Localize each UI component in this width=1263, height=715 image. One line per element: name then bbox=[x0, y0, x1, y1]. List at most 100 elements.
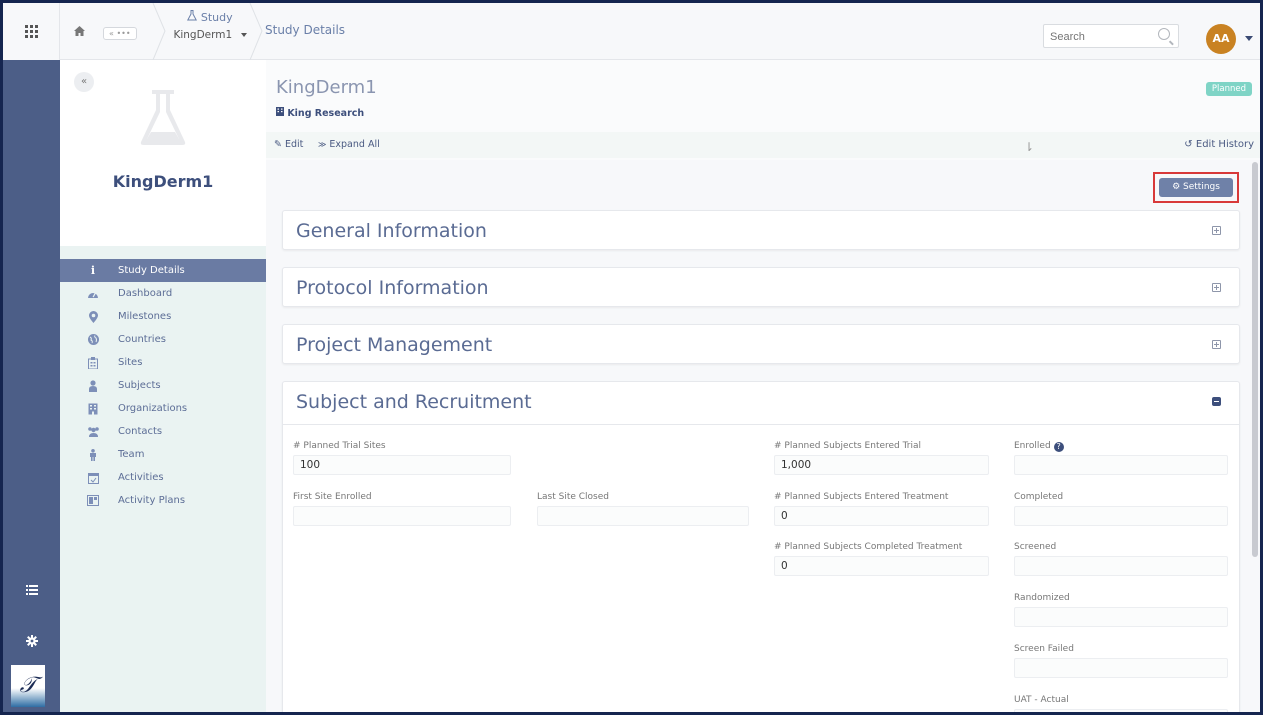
study-title: KingDerm1 bbox=[112, 172, 214, 191]
planned-subjects-entered-treatment-field[interactable]: 0 bbox=[774, 506, 989, 526]
sidebar-item-dashboard[interactable]: Dashboard bbox=[60, 282, 266, 305]
map-marker-icon bbox=[86, 310, 100, 324]
field-label: # Planned Subjects Entered Treatment bbox=[774, 492, 949, 502]
details-content: ⚙ Settings General Information Protocol … bbox=[266, 160, 1260, 712]
field-label: # Planned Subjects Entered Trial bbox=[774, 441, 922, 451]
randomized-field[interactable] bbox=[1014, 607, 1228, 627]
breadcrumb-study[interactable]: Study KingDerm1 bbox=[170, 10, 250, 41]
expand-all-button[interactable]: ≫ Expand All bbox=[318, 139, 380, 150]
sidebar-item-sites[interactable]: Sites bbox=[60, 351, 266, 374]
settings-highlight: ⚙ Settings bbox=[1153, 172, 1239, 203]
actions-bar: ✎ Edit ≫ Expand All ↺ Edit History bbox=[266, 132, 1260, 158]
planned-subjects-entered-trial-field[interactable]: 1,000 bbox=[774, 455, 989, 475]
breadcrumb-expand-button[interactable]: « ••• bbox=[103, 27, 137, 40]
edit-label: Edit bbox=[285, 139, 304, 150]
page-header: KingDerm1 King Research Planned ✎ Edit ≫… bbox=[266, 60, 1260, 160]
expand-icon[interactable] bbox=[1212, 226, 1221, 235]
screened-field[interactable] bbox=[1014, 556, 1228, 576]
completed-field[interactable] bbox=[1014, 506, 1228, 526]
help-icon[interactable]: ? bbox=[1053, 442, 1064, 452]
scrollbar[interactable] bbox=[1252, 162, 1258, 557]
sidebar-item-label: Countries bbox=[118, 334, 166, 345]
expand-icon[interactable] bbox=[1212, 340, 1221, 349]
search-icon[interactable] bbox=[1158, 28, 1170, 40]
team-icon bbox=[86, 448, 100, 462]
app-window: « ••• Study KingDerm1 Study Details AA bbox=[0, 0, 1263, 715]
planned-trial-sites-field[interactable]: 100 bbox=[293, 455, 511, 475]
panel-subject-and-recruitment: Subject and Recruitment # Planned Trial … bbox=[282, 381, 1240, 712]
field-label: Randomized bbox=[1014, 593, 1070, 603]
sidebar-item-milestones[interactable]: Milestones bbox=[60, 305, 266, 328]
sidebar-item-label: Team bbox=[118, 449, 145, 460]
sidebar-item-subjects[interactable]: Subjects bbox=[60, 374, 266, 397]
sidebar-item-activities[interactable]: Activities bbox=[60, 466, 266, 489]
sidebar-item-label: Study Details bbox=[118, 265, 185, 276]
sidebar-item-label: Organizations bbox=[118, 403, 188, 414]
field-label: # Planned Subjects Completed Treatment bbox=[774, 542, 963, 552]
field-label: Screen Failed bbox=[1014, 644, 1074, 654]
field-label: First Site Enrolled bbox=[293, 492, 372, 502]
apps-grid-icon bbox=[24, 25, 38, 38]
left-rail: 𝒯 bbox=[3, 60, 60, 712]
sidebar-item-organizations[interactable]: Organizations bbox=[60, 397, 266, 420]
main-content: KingDerm1 King Research Planned ✎ Edit ≫… bbox=[266, 60, 1260, 712]
organization-label[interactable]: King Research bbox=[276, 107, 364, 119]
breadcrumb-current-page: Study Details bbox=[265, 23, 346, 37]
flask-icon bbox=[138, 88, 188, 150]
gear-icon: ⚙ bbox=[1172, 182, 1181, 192]
enrolled-field[interactable] bbox=[1014, 455, 1228, 475]
sidebar-item-label: Dashboard bbox=[118, 288, 173, 299]
edit-button[interactable]: ✎ Edit bbox=[274, 139, 303, 150]
sidebar-item-team[interactable]: Team bbox=[60, 443, 266, 466]
apps-grid-button[interactable] bbox=[3, 3, 60, 60]
sidebar-item-label: Activity Plans bbox=[118, 495, 186, 506]
sidebar: « KingDerm1 i Study Details Dashboard Mi… bbox=[60, 60, 266, 712]
panel-title[interactable]: Subject and Recruitment bbox=[296, 391, 532, 413]
screen-failed-field[interactable] bbox=[1014, 658, 1228, 678]
panel-project-management[interactable]: Project Management bbox=[282, 324, 1240, 364]
breadcrumb-study-label: Study bbox=[200, 11, 233, 24]
sidebar-item-contacts[interactable]: Contacts bbox=[60, 420, 266, 443]
field-label: Screened bbox=[1014, 542, 1057, 552]
field-label: UAT - Actual bbox=[1014, 695, 1069, 705]
globe-icon bbox=[86, 333, 100, 347]
last-site-closed-field[interactable] bbox=[537, 506, 749, 526]
mouse-cursor-icon: ⇂ bbox=[1024, 140, 1035, 154]
edit-history-button[interactable]: ↺ Edit History bbox=[1184, 139, 1254, 150]
sidebar-nav: i Study Details Dashboard Milestones Cou… bbox=[60, 259, 266, 512]
expand-icon[interactable] bbox=[1212, 283, 1221, 292]
search-box[interactable] bbox=[1043, 24, 1179, 48]
field-label: # Planned Trial Sites bbox=[293, 441, 386, 451]
sidebar-item-label: Milestones bbox=[118, 311, 172, 322]
collapse-sidebar-button[interactable]: « bbox=[74, 72, 94, 92]
avatar[interactable]: AA bbox=[1206, 24, 1236, 54]
collapse-icon[interactable] bbox=[1212, 397, 1221, 406]
breadcrumb-separator bbox=[248, 3, 264, 61]
enrolled-label: Enrolled? bbox=[1014, 441, 1064, 452]
caret-down-icon[interactable] bbox=[240, 33, 247, 37]
building-icon bbox=[86, 402, 100, 416]
field-label: Last Site Closed bbox=[537, 492, 609, 502]
organization-name: King Research bbox=[287, 108, 365, 119]
expand-all-label: Expand All bbox=[329, 139, 380, 150]
panel-general-information[interactable]: General Information bbox=[282, 210, 1240, 250]
first-site-enrolled-field[interactable] bbox=[293, 506, 511, 526]
planned-subjects-completed-treatment-field[interactable]: 0 bbox=[774, 556, 989, 576]
history-icon: ↺ bbox=[1184, 139, 1193, 150]
company-logo: 𝒯 bbox=[11, 665, 45, 707]
search-input[interactable] bbox=[1050, 26, 1150, 48]
home-icon[interactable] bbox=[73, 25, 87, 39]
gear-icon[interactable] bbox=[3, 632, 60, 651]
dashboard-icon bbox=[86, 287, 100, 301]
sidebar-item-countries[interactable]: Countries bbox=[60, 328, 266, 351]
edit-history-label: Edit History bbox=[1195, 139, 1254, 150]
uat-actual-field[interactable] bbox=[1014, 709, 1228, 712]
sidebar-item-activity-plans[interactable]: Activity Plans bbox=[60, 489, 266, 512]
settings-button[interactable]: ⚙ Settings bbox=[1159, 178, 1233, 197]
list-menu-icon[interactable] bbox=[3, 580, 60, 599]
sidebar-item-label: Subjects bbox=[118, 380, 161, 391]
sidebar-item-study-details[interactable]: i Study Details bbox=[60, 259, 266, 282]
user-menu-caret-icon[interactable] bbox=[1245, 36, 1253, 41]
panel-protocol-information[interactable]: Protocol Information bbox=[282, 267, 1240, 307]
calendar-check-icon bbox=[86, 471, 100, 485]
